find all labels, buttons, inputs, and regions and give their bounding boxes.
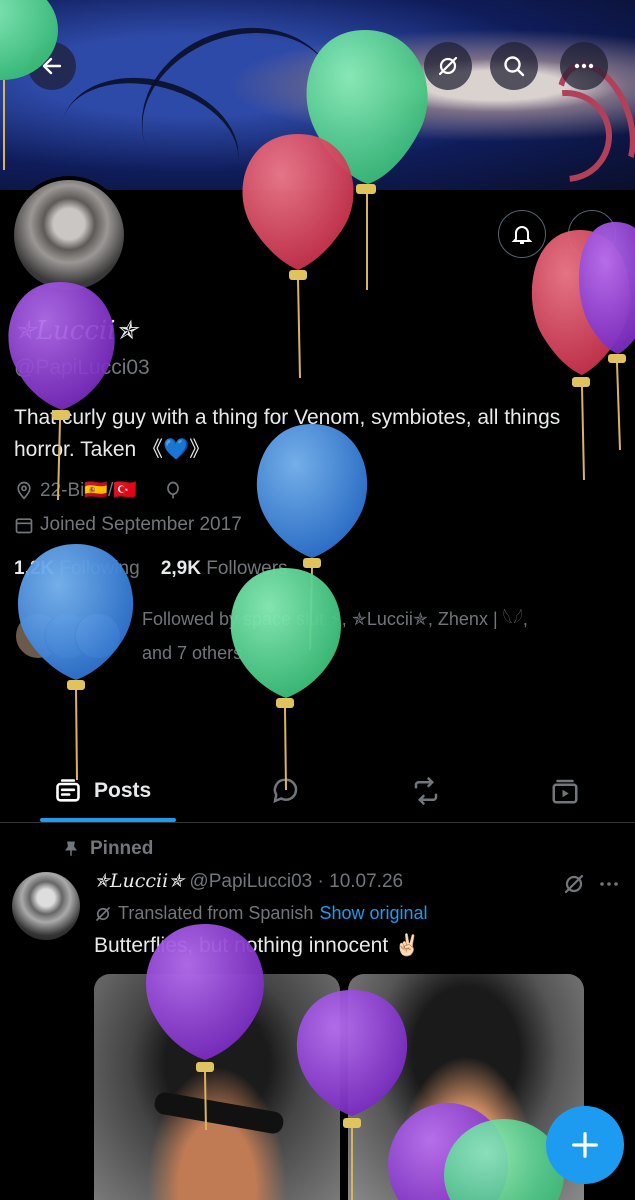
balloon-green-1 [0,0,58,170]
balloon-blue-2 [18,544,134,781]
balloon-red-1 [242,134,354,379]
balloon-purple-2 [8,282,115,501]
balloon-overlay [0,0,635,1200]
balloon-green-3 [230,568,341,791]
plus-icon [572,1132,598,1158]
compose-post-button[interactable] [546,1106,624,1184]
balloon-purple-3 [146,924,264,1131]
